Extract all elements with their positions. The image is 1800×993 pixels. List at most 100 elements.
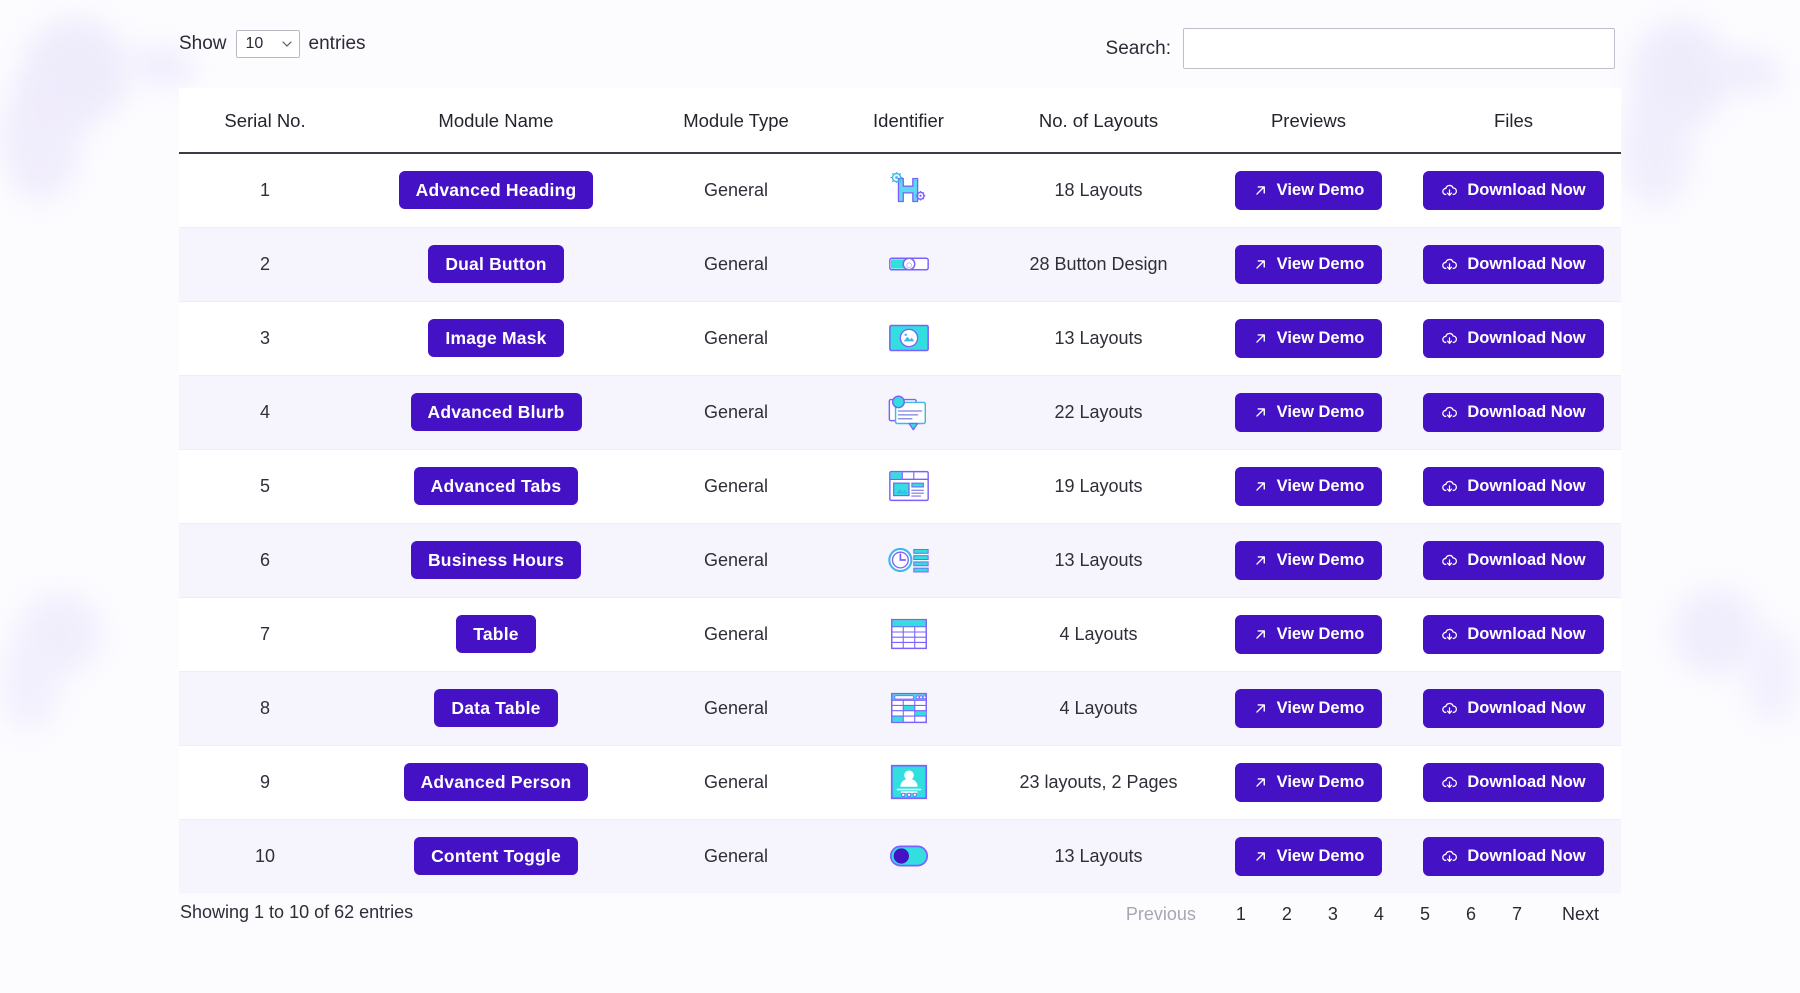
cell-module-name: Image Mask (351, 301, 641, 376)
download-now-button[interactable]: Download Now (1423, 318, 1604, 358)
cloud-download-icon (1442, 702, 1458, 714)
cell-files: Download Now (1406, 449, 1621, 524)
view-demo-button[interactable]: View Demo (1234, 392, 1383, 432)
download-now-button[interactable]: Download Now (1423, 540, 1604, 580)
column-header-module-name[interactable]: Module Name (351, 88, 641, 154)
view-demo-label: View Demo (1276, 402, 1365, 421)
cell-files: Download Now (1406, 671, 1621, 746)
datatable-container: Show 102550100 entries Search: (179, 0, 1621, 993)
search-input[interactable] (1183, 28, 1615, 69)
decorative-blob (0, 636, 60, 732)
pagination-page-7[interactable]: 7 (1494, 898, 1540, 931)
table-row: 3 Image Mask General 13 Layouts View Demo Do… (179, 301, 1621, 376)
download-now-button[interactable]: Download Now (1423, 392, 1604, 432)
view-demo-button[interactable]: View Demo (1234, 688, 1383, 728)
arrow-up-right-icon (1255, 333, 1265, 343)
pagination-page-4[interactable]: 4 (1356, 898, 1402, 931)
view-demo-button[interactable]: View Demo (1234, 170, 1383, 210)
decorative-blob (1748, 60, 1780, 92)
page-length-select[interactable]: 102550100 (235, 30, 300, 58)
view-demo-label: View Demo (1276, 254, 1365, 273)
cell-previews: View Demo (1211, 301, 1406, 376)
view-demo-button[interactable]: View Demo (1234, 466, 1383, 506)
datatable-toolbar: Show 102550100 entries Search: (179, 0, 1621, 88)
pagination-next[interactable]: Next (1540, 898, 1617, 931)
business-hours-icon (886, 547, 932, 573)
cell-layouts: 23 layouts, 2 Pages (986, 745, 1211, 820)
cloud-download-icon (1442, 776, 1458, 788)
pagination-previous[interactable]: Previous (1108, 898, 1218, 931)
decorative-blob (1672, 588, 1760, 676)
pagination-page-2[interactable]: 2 (1264, 898, 1310, 931)
module-name-chip[interactable]: Business Hours (410, 541, 582, 579)
cell-module-name: Content Toggle (351, 819, 641, 893)
download-now-label: Download Now (1467, 476, 1586, 495)
image-mask-icon (886, 324, 932, 352)
download-now-button[interactable]: Download Now (1423, 762, 1604, 802)
page-root: Show 102550100 entries Search: (0, 0, 1800, 993)
column-header-files[interactable]: Files (1406, 88, 1621, 154)
arrow-up-right-icon (1255, 851, 1265, 861)
decorative-blob (1712, 52, 1774, 92)
cell-module-type: General (641, 153, 831, 228)
cell-module-name: Table (351, 597, 641, 672)
decorative-blob (1632, 20, 1728, 128)
cell-previews: View Demo (1211, 819, 1406, 893)
modules-table: Serial No. Module Name Module Type Ident… (179, 88, 1621, 893)
module-name-chip[interactable]: Content Toggle (414, 837, 578, 876)
view-demo-button[interactable]: View Demo (1234, 836, 1383, 876)
cell-layouts: 13 Layouts (986, 301, 1211, 376)
column-header-layouts[interactable]: No. of Layouts (986, 88, 1211, 154)
view-demo-button[interactable]: View Demo (1234, 318, 1383, 358)
pagination-page-1[interactable]: 1 (1218, 898, 1264, 931)
cell-previews: View Demo (1211, 449, 1406, 524)
table-row: 6 Business Hours General 13 Layouts View De… (179, 523, 1621, 598)
download-now-button[interactable]: Download Now (1423, 614, 1604, 654)
module-name-chip[interactable]: Dual Button (428, 245, 564, 283)
pagination-page-5[interactable]: 5 (1402, 898, 1448, 931)
cell-module-name: Data Table (351, 671, 641, 746)
download-now-button[interactable]: Download Now (1423, 170, 1604, 210)
pagination: Previous 1 2 3 4 5 6 7 Next (1108, 898, 1617, 931)
module-name-chip[interactable]: Advanced Person (403, 763, 589, 801)
module-name-chip[interactable]: Data Table (434, 689, 558, 727)
module-name-chip[interactable]: Advanced Heading (398, 171, 594, 210)
cell-previews: View Demo (1211, 153, 1406, 228)
download-now-button[interactable]: Download Now (1423, 244, 1604, 284)
cell-layouts: 4 Layouts (986, 671, 1211, 746)
view-demo-button[interactable]: View Demo (1234, 540, 1383, 580)
datatable-footer: Showing 1 to 10 of 62 entries Previous 1 2… (179, 888, 1621, 948)
download-now-button[interactable]: Download Now (1423, 836, 1604, 876)
cell-module-type: General (641, 745, 831, 820)
column-header-previews[interactable]: Previews (1211, 88, 1406, 154)
cell-identifier (831, 671, 986, 746)
view-demo-button[interactable]: View Demo (1234, 614, 1383, 654)
module-name-chip[interactable]: Advanced Blurb (410, 393, 582, 431)
cell-identifier (831, 597, 986, 672)
table-row: 1 Advanced Heading General 18 Layouts View … (179, 153, 1621, 228)
decorative-blob (1744, 628, 1800, 724)
download-now-button[interactable]: Download Now (1423, 466, 1604, 506)
pagination-page-3[interactable]: 3 (1310, 898, 1356, 931)
module-name-chip[interactable]: Image Mask (428, 319, 564, 357)
cell-identifier (831, 153, 986, 228)
cell-files: Download Now (1406, 597, 1621, 672)
module-name-chip[interactable]: Advanced Tabs (413, 467, 579, 505)
column-header-serial[interactable]: Serial No. (179, 88, 351, 154)
cell-files: Download Now (1406, 227, 1621, 302)
decorative-blob (0, 72, 82, 202)
pagination-page-6[interactable]: 6 (1448, 898, 1494, 931)
download-now-button[interactable]: Download Now (1423, 688, 1604, 728)
download-now-label: Download Now (1467, 254, 1586, 273)
column-header-module-type[interactable]: Module Type (641, 88, 831, 154)
cell-previews: View Demo (1211, 523, 1406, 598)
cell-module-name: Advanced Heading (351, 153, 641, 228)
module-name-chip[interactable]: Table (456, 615, 536, 653)
view-demo-button[interactable]: View Demo (1234, 762, 1383, 802)
view-demo-button[interactable]: View Demo (1234, 244, 1383, 284)
table-icon (886, 618, 932, 650)
view-demo-label: View Demo (1276, 846, 1365, 865)
cloud-download-icon (1442, 332, 1458, 344)
column-header-identifier[interactable]: Identifier (831, 88, 986, 154)
download-now-label: Download Now (1467, 772, 1586, 791)
